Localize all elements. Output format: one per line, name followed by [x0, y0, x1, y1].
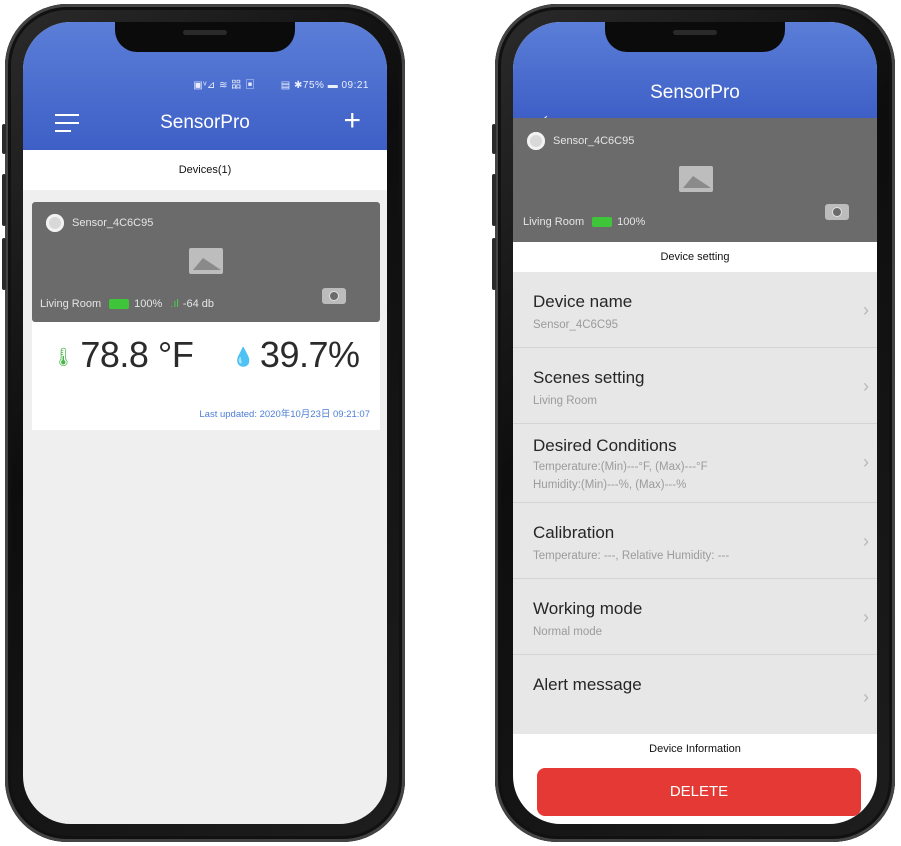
- setting-title: Desired Conditions: [533, 436, 677, 455]
- chevron-right-icon: ›: [863, 531, 869, 551]
- setting-title: Scenes setting: [533, 368, 645, 387]
- setting-title: Device name: [533, 292, 633, 311]
- setting-title: Working mode: [533, 599, 643, 618]
- sensor-icon: [46, 214, 64, 232]
- mute-switch: [2, 124, 6, 154]
- temperature-reading: 🌡 78.8 °F: [52, 334, 194, 376]
- volume-down-button: [2, 238, 6, 290]
- image-placeholder-icon: [189, 248, 223, 274]
- setting-row-device-name[interactable]: Device name Sensor_4C6C95 ›: [513, 272, 877, 348]
- app-title: SensorPro: [650, 82, 740, 103]
- setting-row-calibration[interactable]: Calibration Temperature: ---, Relative H…: [513, 503, 877, 579]
- humidity-reading: 💧 39.7%: [232, 334, 360, 376]
- volume-down-button: [492, 238, 496, 290]
- volume-up-button: [2, 174, 6, 226]
- chevron-right-icon: ›: [863, 300, 869, 320]
- temperature-range: Temperature:(Min)---°F, (Max)---°F: [533, 461, 708, 473]
- add-device-icon[interactable]: +: [343, 106, 361, 136]
- setting-title: Alert message: [533, 675, 642, 694]
- device-status-line: Living Room 100%: [523, 216, 645, 228]
- phone-left: ▣ᵛ⊿ ≋ 㗊 ▣ ▤ ✱75% ▬ 09:21 SensorPro + Dev…: [2, 4, 405, 842]
- battery-icon: [109, 299, 130, 310]
- device-name: Sensor_4C6C95: [553, 135, 635, 147]
- setting-title: Calibration: [533, 523, 615, 542]
- device-name: Sensor_4C6C95: [72, 217, 154, 229]
- signal-icon: .ıl: [170, 298, 179, 310]
- device-setting-heading: Device setting: [513, 242, 877, 272]
- setting-subtitle: Temperature: ---, Relative Humidity: ---: [533, 550, 730, 562]
- chevron-right-icon: ›: [863, 452, 869, 472]
- setting-row-alert-message[interactable]: Alert message ›: [513, 655, 877, 737]
- app-title: SensorPro: [160, 112, 250, 133]
- chevron-right-icon: ›: [863, 376, 869, 396]
- sensor-icon: [527, 132, 545, 150]
- status-bar: ▣ᵛ⊿ ≋ 㗊 ▣ ▤ ✱75% ▬ 09:21: [193, 76, 369, 91]
- setting-row-working-mode[interactable]: Working mode Normal mode ›: [513, 579, 877, 655]
- battery-level: 100%: [134, 298, 163, 310]
- chevron-right-icon: ›: [863, 687, 869, 707]
- notch: [605, 22, 785, 52]
- humidity-range: Humidity:(Min)---%, (Max)---%: [533, 479, 687, 491]
- screen-devices: ▣ᵛ⊿ ≋ 㗊 ▣ ▤ ✱75% ▬ 09:21 SensorPro + Dev…: [23, 22, 387, 824]
- setting-row-scenes[interactable]: Scenes setting Living Room ›: [513, 348, 877, 424]
- notch: [115, 22, 295, 52]
- delete-button[interactable]: DELETE: [537, 768, 861, 816]
- volume-up-button: [492, 174, 496, 226]
- camera-icon[interactable]: [322, 288, 346, 304]
- camera-icon[interactable]: [825, 204, 849, 220]
- droplet-icon: 💧: [232, 346, 254, 367]
- last-updated-text: Last updated: 2020年10月23日 09:21:07: [199, 409, 370, 420]
- image-placeholder-icon: [679, 166, 713, 192]
- status-icons-left: ▣ᵛ⊿ ≋ 㗊 ▣: [193, 80, 256, 91]
- setting-subtitle: Sensor_4C6C95: [533, 319, 619, 331]
- device-card[interactable]: Sensor_4C6C95 Living Room 100% .ıl -64 db 🌡…: [32, 202, 380, 430]
- screen-device-settings: ← SensorPro Sensor_4C6C95 Living Room 100…: [513, 22, 877, 824]
- setting-row-desired-conditions[interactable]: Desired Conditions Temperature:(Min)---°…: [513, 424, 877, 503]
- battery-level: 100%: [617, 216, 646, 228]
- status-icons-right: ▤ ✱75% ▬ 09:21: [280, 80, 369, 91]
- devices-count-heading: Devices(1): [23, 150, 387, 190]
- device-header: Sensor_4C6C95 Living Room 100%: [513, 118, 877, 242]
- device-card-header: Sensor_4C6C95 Living Room 100% .ıl -64 db: [32, 202, 380, 322]
- settings-list: Device name Sensor_4C6C95 › Scenes setti…: [513, 272, 877, 737]
- device-room: Living Room: [40, 298, 102, 310]
- phone-right: ← SensorPro Sensor_4C6C95 Living Room 100…: [492, 4, 895, 842]
- setting-subtitle: Normal mode: [533, 626, 603, 638]
- device-information-heading: Device Information: [513, 734, 877, 764]
- battery-icon: [592, 217, 613, 228]
- setting-subtitle: Living Room: [533, 395, 597, 407]
- signal-strength: -64 db: [182, 298, 215, 310]
- device-status-line: Living Room 100% .ıl -64 db: [40, 298, 214, 310]
- mute-switch: [492, 124, 496, 154]
- humidity-value: 39.7%: [259, 334, 360, 375]
- device-room: Living Room: [523, 216, 585, 228]
- setting-subtitle: Temperature:(Min)---°F, (Max)---°F Humid…: [533, 458, 708, 494]
- temperature-value: 78.8 °F: [80, 334, 194, 375]
- thermometer-icon: 🌡: [52, 346, 75, 367]
- chevron-right-icon: ›: [863, 607, 869, 627]
